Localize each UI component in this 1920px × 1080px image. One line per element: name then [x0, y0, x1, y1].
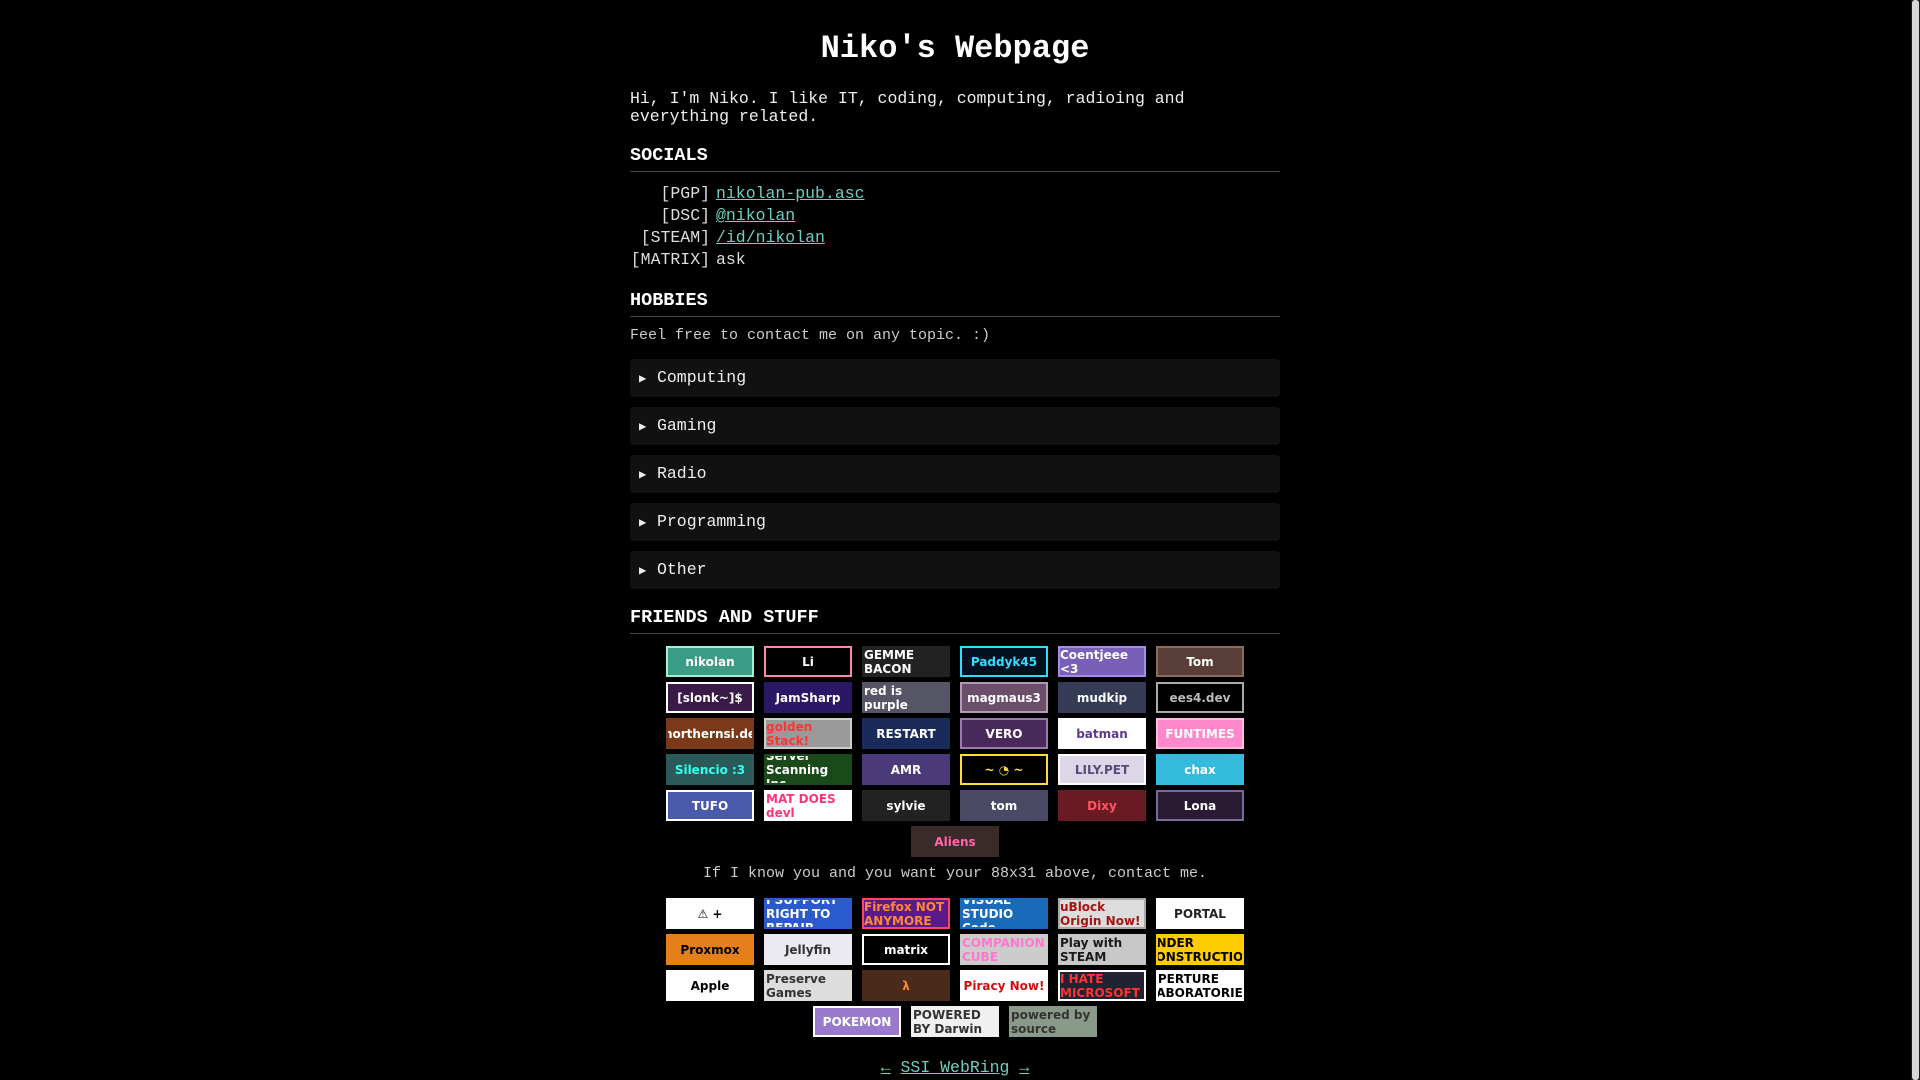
badge-dixy[interactable]: Dixy — [1058, 790, 1146, 821]
badge-chax[interactable]: chax — [1156, 754, 1244, 785]
badge-li[interactable]: Li — [764, 646, 852, 677]
social-row: [MATRIX] ask — [630, 250, 865, 272]
badge-vero[interactable]: VERO — [960, 718, 1048, 749]
social-row: [STEAM] /id/nikolan — [630, 228, 865, 250]
badge-visual-studio-code[interactable]: VISUAL STUDIO Code — [960, 898, 1048, 929]
badge-lona[interactable]: Lona — [1156, 790, 1244, 821]
badge-i-support-right-to-repair[interactable]: I SUPPORT RIGHT TO REPAIR — [764, 898, 852, 929]
badge-[interactable]: λ — [862, 970, 950, 1001]
webring-nav: ← SSI WebRing → — [630, 1058, 1280, 1077]
triangle-right-icon: ▶ — [639, 420, 647, 434]
hobbies-note: Feel free to contact me on any topic. :) — [630, 327, 991, 344]
badge-sylvie[interactable]: sylvie — [862, 790, 950, 821]
badge-jellyfin[interactable]: Jellyfin — [764, 934, 852, 965]
social-tag: [MATRIX] — [630, 250, 710, 269]
hobby-toggle-programming[interactable]: ▶ Programming — [630, 503, 1280, 541]
social-tag: [STEAM] — [640, 228, 710, 247]
badge-silencio-3[interactable]: Silencio :3 — [666, 754, 754, 785]
badge-mat-does-devl[interactable]: MAT DOES devl — [764, 790, 852, 821]
badge-coentjeee-3[interactable]: Coentjeee <3 — [1058, 646, 1146, 677]
badge-proxmox[interactable]: Proxmox — [666, 934, 754, 965]
badge-matrix[interactable]: matrix — [862, 934, 950, 965]
badge-powered-by-darwin[interactable]: POWERED BY Darwin — [911, 1006, 999, 1037]
hobby-label: Gaming — [657, 416, 717, 435]
webring-link[interactable]: SSI WebRing — [901, 1058, 1010, 1077]
badge-preserve-games[interactable]: Preserve Games — [764, 970, 852, 1001]
scrollbar[interactable] — [1911, 0, 1920, 1080]
badge-ublock-origin-now[interactable]: uBlock Origin Now! — [1058, 898, 1146, 929]
badge-powered-by-source[interactable]: powered by source — [1009, 1006, 1097, 1037]
badge-portal[interactable]: PORTAL — [1156, 898, 1244, 929]
social-link[interactable]: /id/nikolan — [716, 228, 825, 250]
badge-aperture-laboratories[interactable]: APERTURE LABORATORIES — [1156, 970, 1244, 1001]
badge-tufo[interactable]: TUFO — [666, 790, 754, 821]
badge-piracy-now[interactable]: Piracy Now! — [960, 970, 1048, 1001]
badge-tom[interactable]: tom — [960, 790, 1048, 821]
badge-funtimes[interactable]: FUNTIMES — [1156, 718, 1244, 749]
badge-paddyk45[interactable]: Paddyk45 — [960, 646, 1048, 677]
badge-firefox-not-anymore[interactable]: Firefox NOT ANYMORE — [862, 898, 950, 929]
socials-heading: SOCIALS — [630, 145, 1280, 172]
badge-[interactable]: ⚠ + — [666, 898, 754, 929]
social-link[interactable]: @nikolan — [716, 206, 795, 228]
socials-list: [PGP] nikolan-pub.asc [DSC] @nikolan [STEAM]… — [630, 184, 865, 272]
hobby-label: Radio — [657, 464, 707, 483]
triangle-right-icon: ▶ — [639, 468, 647, 482]
hobby-label: Computing — [657, 368, 747, 387]
webring-prev-link[interactable]: ← — [881, 1058, 891, 1077]
triangle-right-icon: ▶ — [639, 372, 647, 386]
badge-under-construction[interactable]: UNDER CONSTRUCTION — [1156, 934, 1244, 965]
page-title: Niko's Webpage — [820, 30, 1090, 67]
badge-red-is-purple[interactable]: red is purple — [862, 682, 950, 713]
hobby-label: Other — [657, 560, 707, 579]
badge-jamsharp[interactable]: JamSharp — [764, 682, 852, 713]
buttons-caption: If I know you and you want your 88x31 ab… — [702, 865, 1208, 882]
hobby-label: Programming — [657, 512, 766, 531]
badge-slonk[interactable]: [slonk~]$ — [666, 682, 754, 713]
badge-server-scanning-inc[interactable]: Server Scanning Inc — [764, 754, 852, 785]
hobby-toggle-other[interactable]: ▶ Other — [630, 551, 1280, 589]
triangle-right-icon: ▶ — [639, 516, 647, 530]
social-tag: [DSC] — [660, 206, 710, 225]
badge-northernsi-de[interactable]: northernsi.de — [666, 718, 754, 749]
badge-i-hate-microsoft[interactable]: I HATE MICROSOFT — [1058, 970, 1146, 1001]
badge-companion-cube[interactable]: COMPANION CUBE — [960, 934, 1048, 965]
social-row: [PGP] nikolan-pub.asc — [630, 184, 865, 206]
badge-play-with-steam[interactable]: Play with STEAM — [1058, 934, 1146, 965]
badge-nikolan[interactable]: nikolan — [666, 646, 754, 677]
social-link[interactable]: nikolan-pub.asc — [716, 184, 865, 206]
badge-golden-stack[interactable]: golden Stack! — [764, 718, 852, 749]
hobby-toggle-computing[interactable]: ▶ Computing — [630, 359, 1280, 397]
badge-tom[interactable]: Tom — [1156, 646, 1244, 677]
badge-restart[interactable]: RESTART — [862, 718, 950, 749]
social-tag: [PGP] — [660, 184, 710, 203]
badge-apple[interactable]: Apple — [666, 970, 754, 1001]
hobby-toggle-gaming[interactable]: ▶ Gaming — [630, 407, 1280, 445]
badge-[interactable]: ~ ◔ ~ — [960, 754, 1048, 785]
badge-batman[interactable]: batman — [1058, 718, 1146, 749]
badge-pokemon[interactable]: POKEMON — [813, 1006, 901, 1037]
badge-ees4-dev[interactable]: ees4.dev — [1156, 682, 1244, 713]
badge-amr[interactable]: AMR — [862, 754, 950, 785]
hobbies-heading: HOBBIES — [630, 290, 1280, 317]
scrollbar-thumb[interactable] — [1912, 0, 1919, 1080]
intro-text: Hi, I'm Niko. I like IT, coding, computi… — [630, 89, 1185, 126]
social-row: [DSC] @nikolan — [630, 206, 865, 228]
badge-aliens[interactable]: Aliens — [911, 826, 999, 857]
badge-mudkip[interactable]: mudkip — [1058, 682, 1146, 713]
webring-next-link[interactable]: → — [1019, 1058, 1029, 1077]
badge-lily-pet[interactable]: LILY.PET — [1058, 754, 1146, 785]
friends-heading: FRIENDS AND STUFF — [630, 607, 1280, 634]
badge-magmaus3[interactable]: magmaus3 — [960, 682, 1048, 713]
social-value: ask — [716, 250, 746, 269]
badge-gemme-bacon[interactable]: GEMME BACON — [862, 646, 950, 677]
hobby-toggle-radio[interactable]: ▶ Radio — [630, 455, 1280, 493]
triangle-right-icon: ▶ — [639, 564, 647, 578]
